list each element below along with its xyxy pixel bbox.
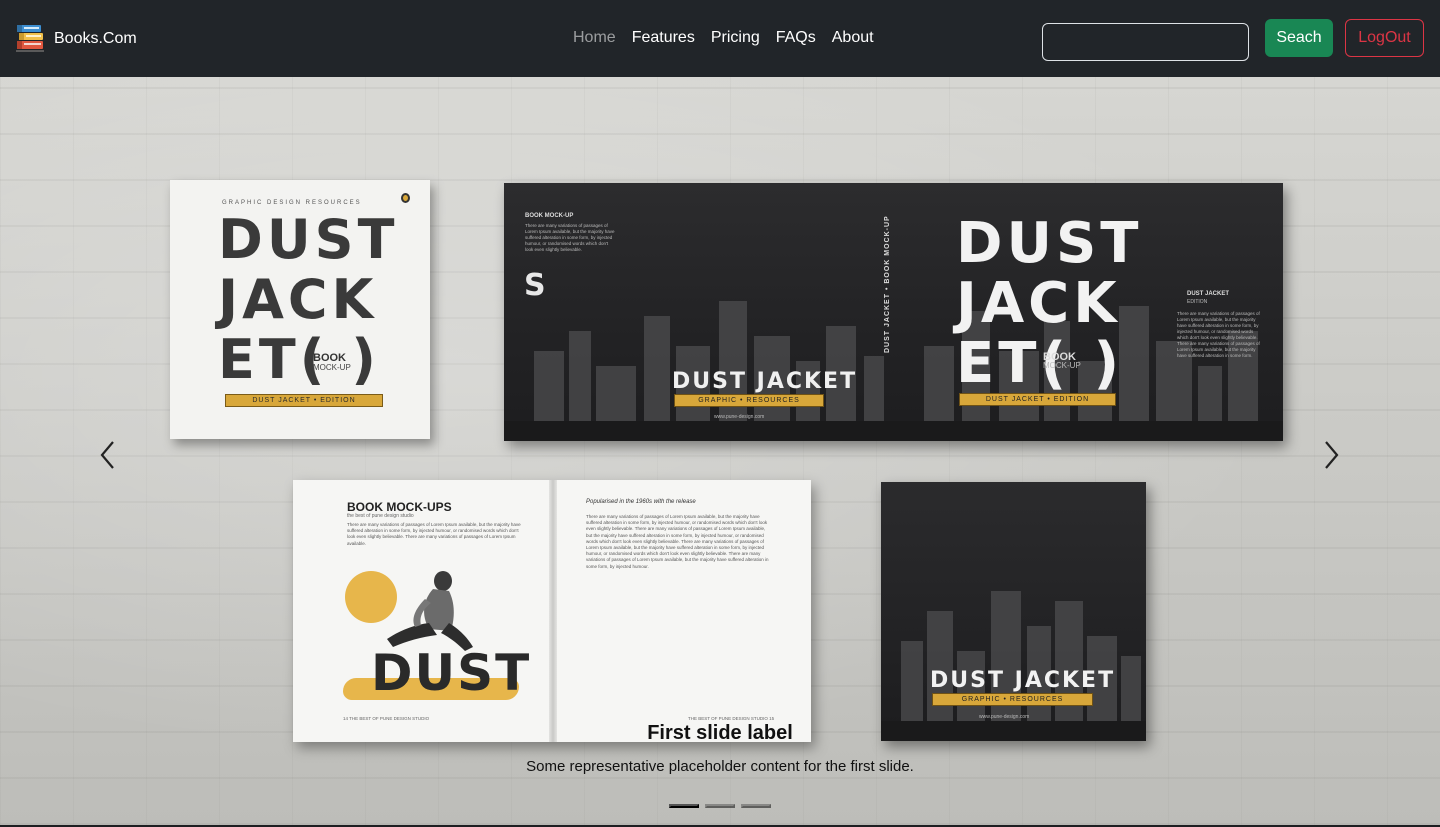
jacket-flap-sub: EDITION: [1187, 299, 1208, 305]
jacket-back-www: www.pune-design.com: [714, 414, 765, 420]
cover-badge: DUST JACKET • EDITION: [225, 394, 383, 407]
main-nav: Home Features Pricing FAQs About: [573, 29, 890, 47]
carousel-indicator-3[interactable]: [741, 804, 771, 808]
open-book-left-text: There are many variations of passages of…: [347, 522, 521, 546]
brand-link[interactable]: Books.Com: [15, 23, 137, 54]
navbar: Books.Com Home Features Pricing FAQs Abo…: [0, 0, 1440, 77]
open-book-title: BOOK MOCK-UPS: [347, 500, 452, 514]
book-fold: [549, 480, 557, 742]
jacket-spine-text: DUST JACKET • BOOK MOCK-UP: [884, 215, 891, 353]
jacket-back-logo: DUST JACKET: [672, 369, 858, 394]
jacket-flap-text: There are many variations of passages of…: [1177, 311, 1260, 358]
jacket-back-letter: S: [524, 268, 546, 303]
person-sitting-icon: [387, 571, 473, 651]
jacket-front-mockup: MOCK-UP: [1043, 361, 1081, 370]
open-book-right-footer: THE BEST OF PUNE DESIGN STUDIO 15: [688, 716, 775, 721]
nav-link-about[interactable]: About: [832, 29, 874, 47]
mockup-dark-cover: DUST JACKET GRAPHIC • RESOURCES www.pune…: [881, 482, 1146, 741]
logout-button[interactable]: LogOut: [1345, 19, 1424, 57]
nav-link-home[interactable]: Home: [573, 29, 616, 47]
jacket-front-line-2: JACK: [956, 271, 1121, 336]
cover-title-line-2: JACK: [218, 268, 378, 331]
mockup-jacket-spread: BOOK MOCK-UP There are many variations o…: [504, 183, 1283, 441]
search-input[interactable]: [1042, 23, 1249, 61]
jacket-front-line-3: ET( ): [956, 331, 1124, 396]
jacket-flap-title: DUST JACKET: [1187, 291, 1230, 297]
chevron-left-icon: [100, 441, 114, 469]
cover-title-line-1: DUST: [218, 208, 399, 271]
jacket-front-line-1: DUST: [956, 211, 1143, 276]
caption-title: First slide label: [647, 722, 793, 744]
jacket-back-text: There are many variations of passages of…: [525, 223, 615, 252]
books-stack-icon: [16, 25, 44, 52]
cover-mockup-label: MOCK-UP: [313, 363, 351, 372]
open-book-right-text: There are many variations of passages of…: [586, 514, 769, 569]
search-button[interactable]: Seach: [1265, 19, 1333, 57]
mockup-white-cover: GRAPHIC DESIGN RESOURCES DUST JACK ET( )…: [170, 180, 430, 439]
carousel-indicator-1[interactable]: [669, 804, 699, 808]
carousel-indicators: [669, 804, 777, 808]
cover-title-line-3: ET( ): [218, 328, 380, 391]
jacket-back-label: BOOK MOCK-UP: [525, 213, 574, 219]
open-book-subtitle: the best of pune design studio: [347, 513, 414, 519]
chevron-right-icon: [1325, 441, 1339, 469]
carousel-caption: First slide label Some representative pl…: [0, 722, 1440, 775]
jacket-front-badge: DUST JACKET • EDITION: [959, 393, 1116, 406]
open-book-dust: DUST: [371, 644, 532, 702]
seal-icon: [401, 193, 410, 203]
nav-link-features[interactable]: Features: [632, 29, 695, 47]
open-book-left-footer: 14 THE BEST OF PUNE DESIGN STUDIO: [343, 716, 430, 721]
carousel-prev-button[interactable]: [97, 440, 119, 470]
open-book-right-heading: Popularised in the 1960s with the releas…: [586, 499, 696, 505]
dark-cover-logo: DUST JACKET: [930, 668, 1116, 693]
carousel-indicator-2[interactable]: [705, 804, 735, 808]
nav-link-faqs[interactable]: FAQs: [776, 29, 816, 47]
nav-link-pricing[interactable]: Pricing: [711, 29, 760, 47]
hero-carousel: GRAPHIC DESIGN RESOURCES DUST JACK ET( )…: [0, 77, 1440, 825]
mockup-open-book: BOOK MOCK-UPS the best of pune design st…: [293, 480, 811, 742]
caption-text: Some representative placeholder content …: [526, 758, 914, 775]
dark-cover-logo-sub: GRAPHIC • RESOURCES: [932, 693, 1093, 706]
jacket-back-logo-sub: GRAPHIC • RESOURCES: [674, 394, 824, 407]
city-skyline-icon: [504, 301, 1283, 441]
cover-top-text: GRAPHIC DESIGN RESOURCES: [222, 200, 362, 206]
dark-cover-www: www.pune-design.com: [979, 714, 1030, 720]
brand-name: Books.Com: [54, 29, 137, 47]
carousel-next-button[interactable]: [1320, 440, 1342, 470]
